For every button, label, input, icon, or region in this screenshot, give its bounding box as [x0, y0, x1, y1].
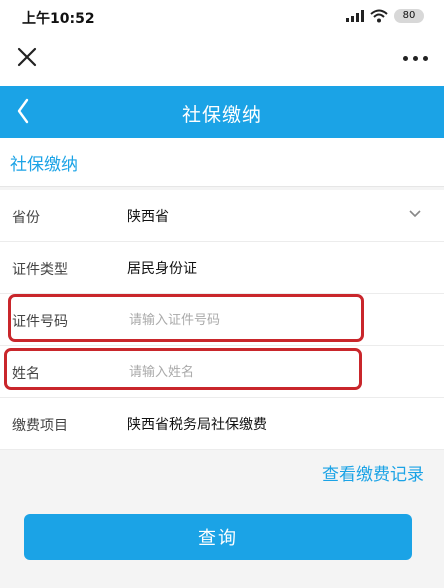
- query-button[interactable]: 查询: [24, 514, 412, 560]
- fee-item-value: 陕西省税务局社保缴费: [127, 417, 267, 433]
- section-header: 社保缴纳: [0, 138, 444, 187]
- browser-bar: [0, 34, 444, 86]
- status-bar: 上午10:52 80: [0, 0, 444, 34]
- name-highlight-box: [4, 348, 362, 390]
- signal-icon: [346, 10, 364, 22]
- fee-item-row: 缴费项目 陕西省税务局社保缴费: [0, 398, 444, 450]
- status-icons: 80: [346, 9, 424, 23]
- fee-item-label: 缴费项目: [12, 418, 68, 434]
- id-number-highlight-box: [8, 294, 364, 342]
- title-bar: 社保缴纳: [0, 86, 444, 138]
- page-title: 社保缴纳: [181, 104, 262, 126]
- status-time: 上午10:52: [22, 11, 95, 27]
- id-type-value: 居民身份证: [127, 261, 197, 277]
- province-row[interactable]: 省份 陕西省: [0, 190, 444, 242]
- province-value: 陕西省: [127, 209, 169, 225]
- view-records-link[interactable]: 查看缴费记录: [322, 460, 424, 485]
- id-type-row[interactable]: 证件类型 居民身份证: [0, 242, 444, 294]
- section-title: 社保缴纳: [10, 155, 78, 175]
- id-type-label: 证件类型: [12, 262, 68, 278]
- wifi-icon: [370, 9, 388, 23]
- chevron-down-icon[interactable]: [408, 209, 422, 219]
- province-label: 省份: [12, 210, 40, 226]
- battery-icon: 80: [394, 9, 424, 23]
- close-icon[interactable]: [14, 44, 40, 70]
- more-icon[interactable]: [403, 56, 428, 61]
